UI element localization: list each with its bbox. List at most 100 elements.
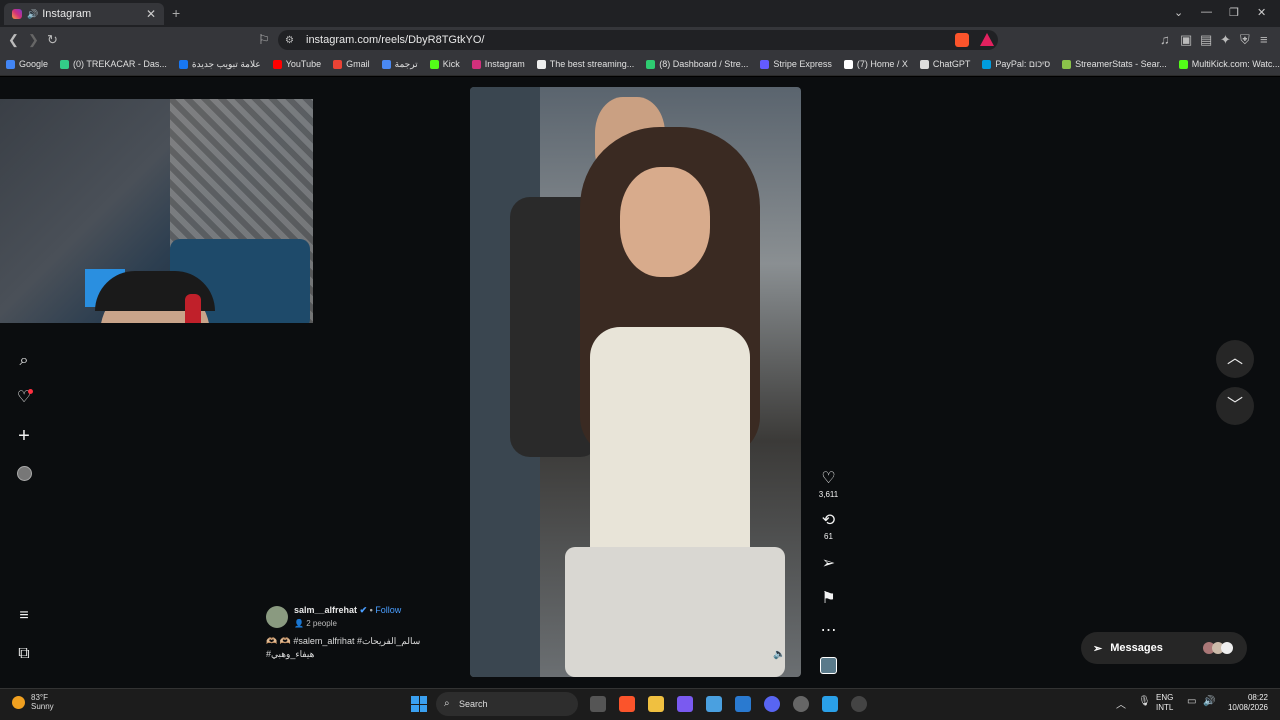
- app-icon[interactable]: [735, 696, 751, 712]
- maximize-icon[interactable]: ❐: [1229, 6, 1239, 19]
- back-icon[interactable]: ❮: [8, 32, 19, 48]
- bookmark-item[interactable]: StreamerStats - Sear...: [1062, 59, 1167, 69]
- bookmark-label: ChatGPT: [932, 59, 971, 69]
- bookmark-item[interactable]: MultiKick.com: Watc...: [1178, 59, 1280, 69]
- more-menu-icon[interactable]: ≡: [15, 607, 33, 625]
- webcam-overlay: [0, 99, 313, 323]
- messages-button[interactable]: ➢ Messages: [1081, 632, 1247, 664]
- tab-close-icon[interactable]: ✕: [146, 7, 156, 21]
- bookmark-item[interactable]: (7) Home / X: [843, 59, 908, 69]
- bookmark-favicon-icon: [919, 59, 929, 69]
- wallet-icon[interactable]: ▤: [1200, 32, 1212, 48]
- author-username[interactable]: salm__alfrehat: [294, 605, 357, 615]
- bookmark-item[interactable]: ترجمة: [381, 58, 418, 70]
- bookmark-icon: ⚑: [821, 590, 836, 607]
- settings-icon[interactable]: [851, 696, 867, 712]
- bookmark-label: YouTube: [285, 59, 322, 69]
- repost-button[interactable]: ⟲ 61: [816, 510, 841, 541]
- previous-reel-button[interactable]: ︿: [1216, 340, 1254, 378]
- bookmark-label: Stripe Express: [773, 59, 832, 69]
- bookmark-label: (8) Dashboard / Stre...: [659, 59, 749, 69]
- language-indicator[interactable]: ENG INTL: [1156, 693, 1173, 713]
- create-icon[interactable]: +: [15, 426, 33, 446]
- bookmark-item[interactable]: Gmail: [333, 59, 370, 69]
- reel-author-info: salm__alfrehat ✔ • Follow 👤 2 people 🫶🏼 …: [266, 605, 466, 660]
- reel-video[interactable]: 🔈: [470, 87, 801, 677]
- vpn-icon[interactable]: ⛨: [1240, 32, 1250, 48]
- file-explorer-icon[interactable]: [648, 696, 664, 712]
- brave-rewards-icon[interactable]: [980, 33, 994, 46]
- taskbar-search[interactable]: ⌕ Search: [436, 692, 578, 716]
- tab-search-icon[interactable]: ⌄: [1174, 6, 1183, 19]
- forward-icon[interactable]: ❯: [28, 32, 39, 48]
- repost-count: 61: [824, 532, 833, 541]
- bookmark-favicon-icon: [536, 59, 546, 69]
- volume-icon[interactable]: 🔊: [1203, 696, 1215, 707]
- store-icon[interactable]: [706, 696, 722, 712]
- address-bar[interactable]: instagram.com/reels/DbyR8TGtkYO/: [278, 30, 998, 50]
- profile-avatar[interactable]: [17, 466, 32, 481]
- lang-secondary: INTL: [1156, 703, 1174, 712]
- network-icon[interactable]: ▭: [1187, 696, 1196, 707]
- window-close-icon[interactable]: ✕: [1257, 6, 1266, 19]
- bookmark-favicon-icon: [6, 59, 15, 69]
- tray-overflow-icon[interactable]: ︿: [1116, 696, 1126, 711]
- app-icon[interactable]: [793, 696, 809, 712]
- microphone-icon[interactable]: 🎙: [1138, 696, 1151, 707]
- bookmark-item[interactable]: (0) TREKACAR - Das...: [60, 59, 167, 69]
- save-button[interactable]: ⚑: [816, 588, 841, 608]
- task-view-icon[interactable]: [590, 696, 606, 712]
- tagged-people[interactable]: 2 people: [306, 619, 337, 628]
- bookmark-page-icon[interactable]: ⚐: [258, 32, 270, 48]
- audio-thumbnail[interactable]: [820, 657, 837, 674]
- bookmark-item[interactable]: علامة تبويب جديدة: [178, 59, 261, 70]
- discord-icon[interactable]: [764, 696, 780, 712]
- system-clock[interactable]: 08:22 10/08/2026: [1220, 693, 1268, 713]
- search-icon: ⌕: [444, 698, 450, 709]
- author-avatar[interactable]: [266, 605, 288, 628]
- media-icon[interactable]: ♫: [1160, 32, 1170, 47]
- bookmark-label: ترجمة: [394, 58, 418, 69]
- bookmark-item[interactable]: Google: [6, 59, 48, 69]
- weather-widget[interactable]: 83°F Sunny: [12, 693, 54, 711]
- menu-icon[interactable]: ≡: [1260, 32, 1268, 47]
- more-options-button[interactable]: ⋯: [816, 620, 841, 640]
- apps-icon[interactable]: ⧉: [15, 645, 33, 663]
- follow-button[interactable]: Follow: [375, 605, 401, 615]
- bookmark-item[interactable]: The best streaming...: [536, 59, 634, 69]
- brave-shield-icon[interactable]: [955, 33, 969, 47]
- bookmark-item[interactable]: Stripe Express: [760, 59, 832, 69]
- sidebar-toggle-icon[interactable]: ▣: [1180, 32, 1192, 48]
- new-tab-icon[interactable]: +: [172, 5, 180, 21]
- bookmark-item[interactable]: Instagram: [471, 59, 525, 69]
- leo-icon[interactable]: ✦: [1220, 32, 1231, 48]
- reload-icon[interactable]: ↻: [47, 32, 58, 48]
- notifications-heart-icon[interactable]: ♡: [15, 389, 33, 407]
- start-icon[interactable]: [411, 696, 427, 712]
- bookmark-label: StreamerStats - Sear...: [1075, 59, 1167, 69]
- send-icon: ➢: [821, 555, 836, 572]
- next-reel-button[interactable]: ﹀: [1216, 387, 1254, 425]
- clock-date: 10/08/2026: [1227, 703, 1268, 712]
- share-button[interactable]: ➢: [816, 553, 841, 573]
- site-info-icon[interactable]: ⚙: [285, 35, 294, 46]
- heart-icon: ♡: [821, 470, 836, 487]
- notification-dot: [28, 389, 33, 394]
- lang-primary: ENG: [1156, 693, 1174, 702]
- bookmark-item[interactable]: PayPal: סיכום: [982, 59, 1050, 69]
- brave-browser-icon[interactable]: [619, 696, 635, 712]
- minimize-icon[interactable]: —: [1201, 6, 1212, 18]
- app-icon[interactable]: [822, 696, 838, 712]
- bookmark-item[interactable]: (8) Dashboard / Stre...: [646, 59, 748, 69]
- like-button[interactable]: ♡ 3,611: [816, 468, 841, 499]
- mute-icon[interactable]: 🔈: [773, 649, 785, 660]
- chevron-down-icon: ﹀: [1226, 397, 1243, 414]
- bookmark-item[interactable]: ChatGPT: [919, 59, 971, 69]
- bookmark-favicon-icon: [60, 59, 70, 69]
- bookmark-item[interactable]: Kick: [429, 59, 460, 69]
- search-icon[interactable]: ⌕: [15, 352, 33, 370]
- bookmark-item[interactable]: YouTube: [272, 59, 322, 69]
- tab-instagram[interactable]: 🔊 Instagram ✕: [4, 3, 164, 25]
- office-icon[interactable]: [677, 696, 693, 712]
- weather-condition: Sunny: [31, 702, 54, 711]
